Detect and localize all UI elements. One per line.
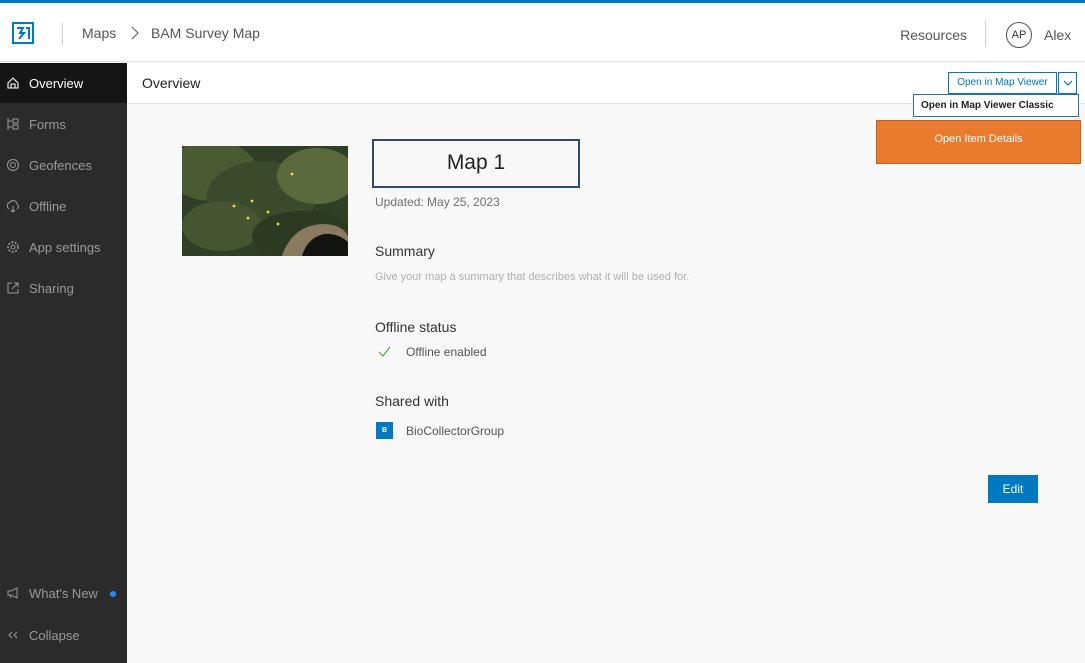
sidebar-item-offline[interactable]: Offline (0, 186, 127, 226)
chevron-right-icon (131, 26, 139, 40)
breadcrumb-maps[interactable]: Maps (82, 25, 116, 41)
megaphone-icon (7, 587, 18, 599)
offline-icon (6, 200, 19, 213)
updated-date: Updated: May 25, 2023 (375, 195, 500, 209)
sidebar-item-label: Forms (29, 117, 66, 132)
summary-placeholder: Give your map a summary that describes w… (375, 271, 690, 283)
sidebar-item-label: Geofences (29, 158, 92, 173)
geofence-icon (7, 159, 19, 171)
page-title: Overview (142, 75, 201, 91)
sidebar-item-forms[interactable]: Forms (0, 104, 127, 144)
sidebar-item-geofences[interactable]: Geofences (0, 145, 127, 185)
resources-link[interactable]: Resources (900, 27, 967, 43)
breadcrumb-current: BAM Survey Map (151, 25, 260, 41)
user-name[interactable]: Alex (1044, 27, 1071, 43)
menu-item-open-map-viewer-classic[interactable]: Open in Map Viewer Classic (913, 94, 1079, 117)
map-thumbnail (182, 146, 348, 256)
sidebar-item-whats-new[interactable]: What's New (0, 573, 127, 613)
whats-new-label: What's New (29, 586, 98, 601)
chevron-down-icon (1063, 80, 1073, 86)
open-in-map-viewer-button[interactable]: Open in Map Viewer (948, 72, 1057, 94)
sidebar-item-app-settings[interactable]: App settings (0, 227, 127, 267)
share-icon (7, 282, 19, 294)
map-title: Map 1 (372, 139, 580, 188)
checkmark-icon (378, 346, 391, 357)
sidebar-item-overview[interactable]: Overview (0, 63, 127, 103)
sidebar-item-label: App settings (29, 240, 101, 255)
app-logo-icon[interactable] (12, 22, 34, 44)
notification-dot (110, 591, 116, 597)
offline-status: Offline enabled (406, 345, 487, 359)
open-item-details-button[interactable]: Open Item Details (876, 120, 1081, 164)
sidebar-item-sharing[interactable]: Sharing (0, 268, 127, 308)
sidebar-item-label: Offline (29, 199, 67, 214)
chevrons-left-icon (8, 631, 18, 639)
sidebar-item-label: Overview (29, 76, 84, 91)
group-name[interactable]: BioCollectorGroup (406, 424, 504, 438)
avatar[interactable]: AP (1006, 22, 1032, 48)
summary-heading: Summary (375, 243, 435, 259)
open-dropdown-button[interactable] (1058, 72, 1077, 94)
forms-icon (7, 118, 19, 130)
home-icon (7, 77, 19, 89)
shared-heading: Shared with (375, 393, 449, 409)
gear-icon (7, 241, 19, 253)
collapse-label: Collapse (29, 628, 80, 643)
offline-heading: Offline status (375, 319, 457, 335)
app-header: Maps BAM Survey Map Resources AP Alex (0, 3, 1085, 62)
edit-button[interactable]: Edit (988, 475, 1038, 503)
sidebar-item-label: Sharing (29, 281, 74, 296)
sidebar-collapse[interactable]: Collapse (0, 615, 127, 655)
header-divider-right (985, 21, 986, 47)
sidebar: Overview Forms Geofences Offline App set… (0, 63, 127, 663)
group-badge: B (376, 422, 393, 439)
header-divider (62, 23, 63, 45)
